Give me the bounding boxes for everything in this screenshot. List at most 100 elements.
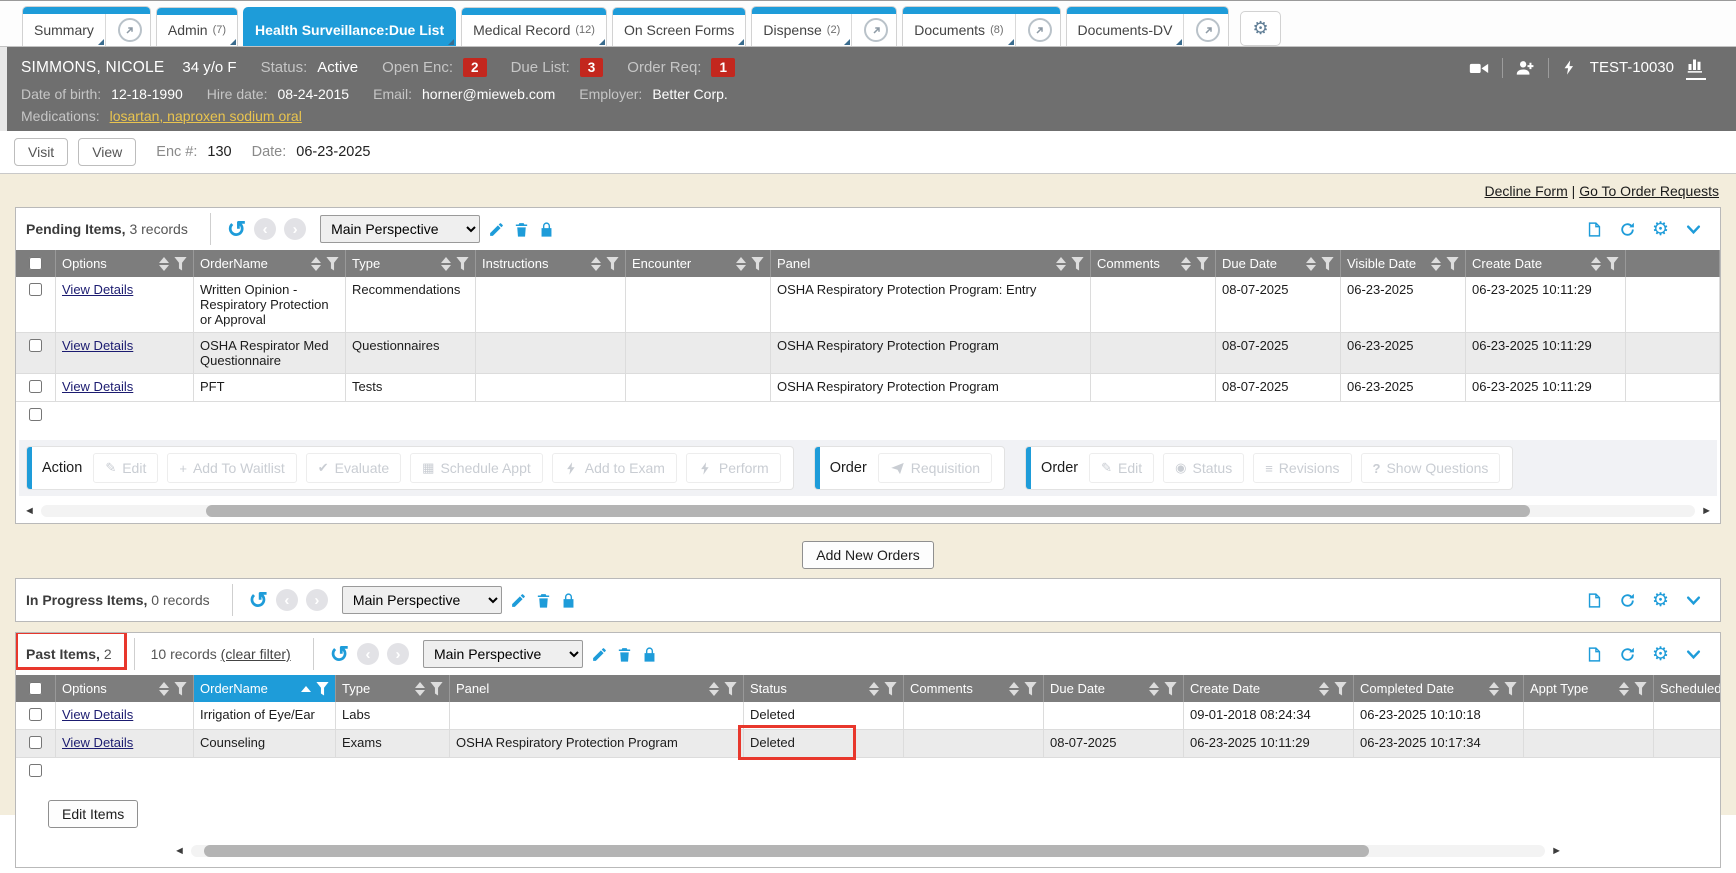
- settings-gear-icon[interactable]: ⚙: [1652, 220, 1669, 239]
- sort-icon[interactable]: [1149, 682, 1159, 696]
- go-to-order-requests-link[interactable]: Go To Order Requests: [1579, 183, 1719, 199]
- export-document-icon[interactable]: [1586, 221, 1603, 238]
- col-header-visible-date[interactable]: Visible Date: [1341, 250, 1466, 277]
- edit-items-button[interactable]: Edit Items: [48, 800, 138, 828]
- scrollbar-track[interactable]: [41, 505, 1695, 517]
- refresh-icon[interactable]: [1619, 221, 1636, 238]
- tab-summary[interactable]: Summary: [22, 6, 151, 46]
- filter-icon[interactable]: [1321, 257, 1334, 271]
- sort-icon[interactable]: [869, 682, 879, 696]
- revisions-button[interactable]: ≡Revisions: [1253, 453, 1351, 483]
- col-header-create-date[interactable]: Create Date: [1466, 250, 1626, 277]
- col-header-due-date[interactable]: Due Date: [1216, 250, 1341, 277]
- settings-gear-icon[interactable]: ⚙: [1652, 645, 1669, 664]
- filter-icon[interactable]: [1334, 682, 1347, 696]
- delete-perspective-icon[interactable]: [616, 646, 633, 663]
- sort-icon[interactable]: [441, 257, 451, 271]
- add-person-icon[interactable]: [1515, 58, 1536, 77]
- prev-perspective-icon[interactable]: ‹: [357, 643, 379, 665]
- edit-perspective-icon[interactable]: [488, 221, 505, 238]
- lightning-bolt-icon[interactable]: [1561, 58, 1578, 77]
- sort-icon[interactable]: [1489, 682, 1499, 696]
- tab-health-surveillance-due-list[interactable]: Health Surveillance:Due List: [243, 7, 456, 46]
- next-perspective-icon[interactable]: ›: [284, 218, 306, 240]
- scroll-right-icon[interactable]: ►: [1701, 506, 1712, 517]
- select-all-checkbox[interactable]: [29, 682, 42, 695]
- tab-medical-record[interactable]: Medical Record(12): [461, 7, 607, 46]
- tab-dispense[interactable]: Dispense(2): [751, 6, 897, 46]
- perspective-select[interactable]: Main Perspective: [423, 640, 583, 668]
- sort-icon[interactable]: [415, 682, 425, 696]
- col-header-panel[interactable]: Panel: [771, 250, 1091, 277]
- edit-button[interactable]: ✎Edit: [93, 453, 158, 483]
- row-checkbox[interactable]: [29, 736, 42, 749]
- filter-icon[interactable]: [1446, 257, 1459, 271]
- lock-perspective-icon[interactable]: [560, 592, 577, 609]
- undo-icon[interactable]: ↺: [227, 218, 246, 241]
- view-details-link[interactable]: View Details: [62, 338, 133, 353]
- show-questions-button[interactable]: ?Show Questions: [1361, 453, 1501, 483]
- next-perspective-icon[interactable]: ›: [306, 589, 328, 611]
- col-header-appt-type[interactable]: Appt Type: [1524, 675, 1654, 702]
- tab-documents[interactable]: Documents(8): [902, 6, 1060, 46]
- lock-perspective-icon[interactable]: [538, 221, 555, 238]
- filter-icon[interactable]: [751, 257, 764, 271]
- add-to-exam-button[interactable]: Add to Exam: [552, 453, 677, 483]
- next-perspective-icon[interactable]: ›: [387, 643, 409, 665]
- refresh-icon[interactable]: [1619, 646, 1636, 663]
- requisition-button[interactable]: Requisition: [878, 453, 992, 483]
- filter-icon[interactable]: [316, 682, 329, 696]
- col-header-ordername-sorted[interactable]: OrderName: [194, 675, 336, 702]
- collapse-chevron-icon[interactable]: [1685, 646, 1702, 663]
- sort-icon[interactable]: [736, 257, 746, 271]
- due-list-badge[interactable]: 3: [580, 58, 604, 77]
- sort-icon[interactable]: [1619, 682, 1629, 696]
- select-all-checkbox[interactable]: [29, 257, 42, 270]
- video-camera-icon[interactable]: [1468, 58, 1490, 78]
- perform-button[interactable]: Perform: [686, 453, 781, 483]
- sort-icon[interactable]: [159, 257, 169, 271]
- open-enc-badge[interactable]: 2: [463, 58, 487, 77]
- open-in-new-button[interactable]: [1015, 14, 1060, 46]
- filter-icon[interactable]: [1504, 682, 1517, 696]
- scrollbar-thumb[interactable]: [204, 845, 1369, 857]
- filter-icon[interactable]: [456, 257, 469, 271]
- scrollbar-track[interactable]: [191, 845, 1545, 857]
- edit-perspective-icon[interactable]: [510, 592, 527, 609]
- decline-form-link[interactable]: Decline Form: [1485, 183, 1568, 199]
- clear-filter-link[interactable]: (clear filter): [221, 646, 291, 662]
- col-header-comments[interactable]: Comments: [904, 675, 1044, 702]
- col-header-due-date[interactable]: Due Date: [1044, 675, 1184, 702]
- filter-icon[interactable]: [884, 682, 897, 696]
- sort-icon[interactable]: [709, 682, 719, 696]
- collapse-chevron-icon[interactable]: [1685, 221, 1702, 238]
- visit-button[interactable]: Visit: [14, 138, 68, 166]
- filter-icon[interactable]: [1196, 257, 1209, 271]
- col-header-scheduled[interactable]: Scheduled: [1654, 675, 1721, 702]
- sort-icon[interactable]: [159, 682, 169, 696]
- filter-icon[interactable]: [174, 257, 187, 271]
- filter-icon[interactable]: [174, 682, 187, 696]
- filter-icon[interactable]: [1634, 682, 1647, 696]
- undo-icon[interactable]: ↺: [249, 589, 268, 612]
- row-checkbox[interactable]: [29, 339, 42, 352]
- tab-documents-dv[interactable]: Documents-DV: [1066, 6, 1230, 46]
- undo-icon[interactable]: ↺: [330, 643, 349, 666]
- view-details-link[interactable]: View Details: [62, 735, 133, 750]
- delete-perspective-icon[interactable]: [513, 221, 530, 238]
- collapse-chevron-icon[interactable]: [1685, 592, 1702, 609]
- delete-perspective-icon[interactable]: [535, 592, 552, 609]
- col-header-panel[interactable]: Panel: [450, 675, 744, 702]
- medications-links[interactable]: losartan, naproxen sodium oral: [110, 108, 302, 124]
- evaluate-button[interactable]: ✔Evaluate: [306, 453, 401, 483]
- bulk-checkbox[interactable]: [29, 408, 42, 421]
- col-header-encounter[interactable]: Encounter: [626, 250, 771, 277]
- sort-icon[interactable]: [1306, 257, 1316, 271]
- view-details-link[interactable]: View Details: [62, 379, 133, 394]
- scroll-left-icon[interactable]: ◄: [24, 506, 35, 517]
- col-header-ordername[interactable]: OrderName: [194, 250, 346, 277]
- open-in-new-button[interactable]: [1183, 14, 1228, 46]
- lock-perspective-icon[interactable]: [641, 646, 658, 663]
- scrollbar-thumb[interactable]: [206, 505, 1529, 517]
- filter-icon[interactable]: [1024, 682, 1037, 696]
